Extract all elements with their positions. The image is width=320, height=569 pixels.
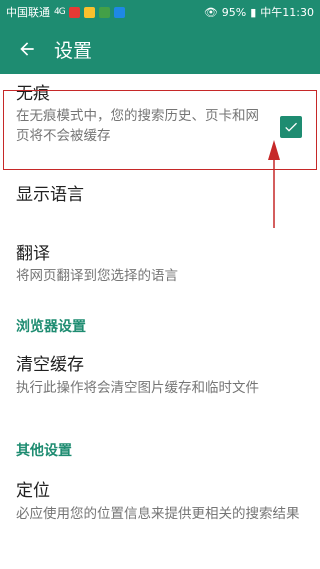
browser-settings-header: 浏览器设置 (16, 319, 86, 335)
location-summary: 必应使用您的位置信息来提供更相关的搜索结果 (16, 506, 300, 522)
incognito-summary: 在无痕模式中，您的搜索历史、页卡和网页将不会被缓存 (16, 108, 259, 144)
arrow-back-icon[interactable] (0, 24, 54, 74)
arrow-back-icon-svg (20, 42, 34, 56)
signal-label: 4G (54, 7, 66, 17)
time-label: 中午11:30 (260, 6, 314, 19)
page-title: 设置 (54, 39, 93, 62)
incognito-checkbox[interactable] (280, 116, 302, 138)
display-language-title: 显示语言 (16, 184, 84, 205)
notification-app-icon (68, 6, 80, 18)
battery-label: 95% (221, 5, 247, 19)
clear-cache-title: 清空缓存 (16, 355, 84, 375)
setting-incognito[interactable]: 无痕 在无痕模式中，您的搜索历史、页卡和网页将不会被缓存 (0, 74, 320, 160)
incognito-title: 无痕 (16, 84, 50, 104)
translate-title: 翻译 (16, 244, 50, 264)
notification-app-icon (113, 6, 125, 18)
status-right: 👁 95% ▮ 中午11:30 (204, 4, 314, 20)
location-title: 定位 (16, 481, 50, 501)
check-icon (285, 122, 297, 132)
clear-cache-summary: 执行此操作将会清空图片缓存和临时文件 (16, 380, 259, 396)
eye-icon: 👁 (203, 5, 218, 19)
translate-summary: 将网页翻译到您选择的语言 (16, 268, 178, 284)
other-settings-header: 其他设置 (16, 443, 72, 459)
toolbar: 设置 (0, 24, 320, 74)
setting-display-language[interactable]: 显示语言 (0, 160, 320, 224)
setting-clear-cache[interactable]: 清空缓存 执行此操作将会清空图片缓存和临时文件 (0, 342, 320, 428)
notification-app-icon (83, 6, 95, 18)
carrier-label: 中国联通 (6, 6, 50, 19)
status-left: 中国联通 4G (6, 4, 125, 20)
setting-location[interactable]: 定位 必应使用您的位置信息来提供更相关的搜索结果 (0, 466, 320, 569)
status-bar: 中国联通 4G 👁 95% ▮ 中午11:30 (0, 0, 320, 24)
setting-translate[interactable]: 翻译 将网页翻译到您选择的语言 (0, 224, 320, 304)
battery-icon: ▮ (250, 5, 257, 19)
settings-list: 无痕 在无痕模式中，您的搜索历史、页卡和网页将不会被缓存 显示语言 翻译 将网页… (0, 74, 320, 569)
notification-app-icon (98, 6, 110, 18)
